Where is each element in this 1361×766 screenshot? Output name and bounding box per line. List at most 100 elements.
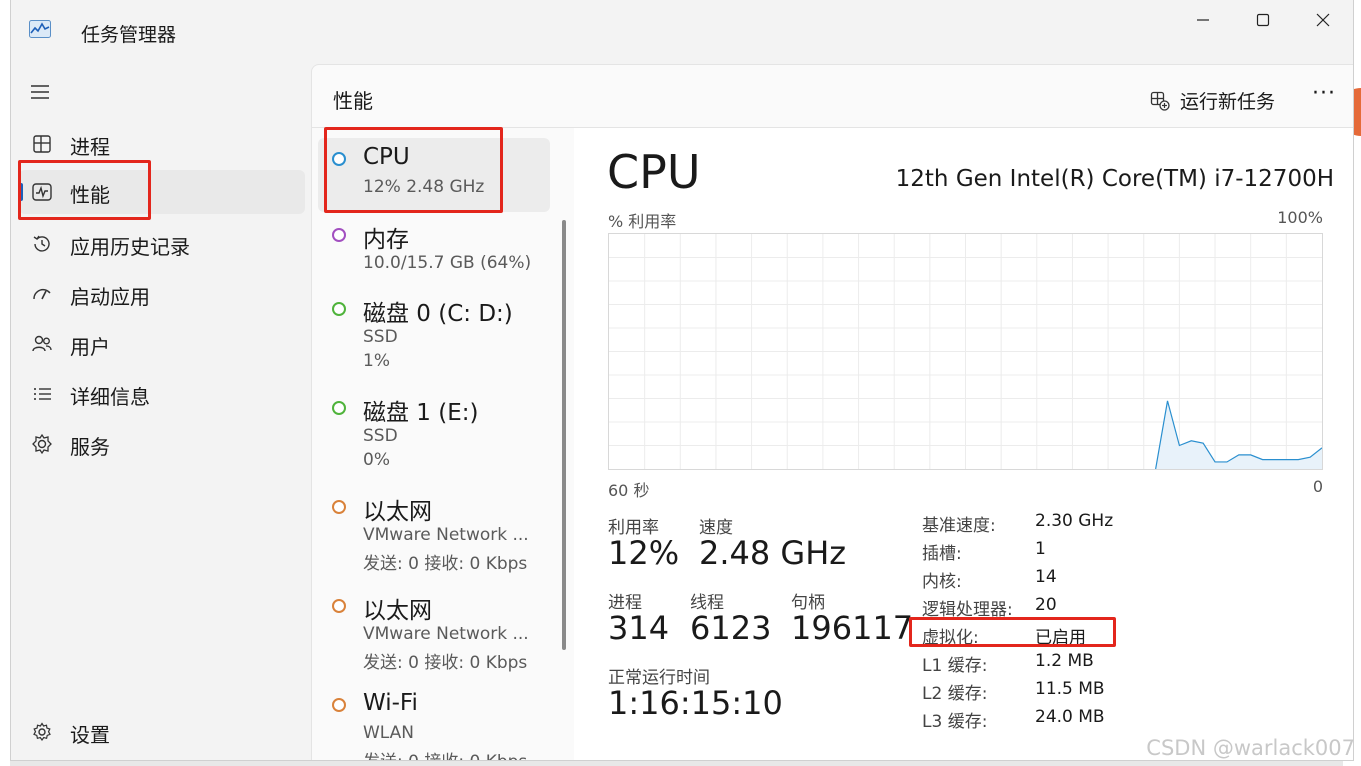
watermark: CSDN @warlack007 xyxy=(1146,736,1355,760)
graph-y-max-label: 100% xyxy=(1277,208,1323,227)
device-item[interactable]: 磁盘 0 (C: D:) SSD 1% xyxy=(318,288,550,372)
nav-item-details[interactable]: 详细信息 xyxy=(19,372,305,416)
nav-item-label: 服务 xyxy=(70,435,110,459)
device-detail: WLAN xyxy=(363,723,415,743)
nav-item-label: 启动应用 xyxy=(70,285,150,309)
speed-value: 2.48 GHz xyxy=(699,534,847,572)
device-item[interactable]: 磁盘 1 (E:) SSD 0% xyxy=(318,387,550,471)
device-item[interactable]: 以太网 VMware Network ... 发送: 0 接收: 0 Kbps xyxy=(318,585,550,673)
app-history-icon xyxy=(33,235,50,252)
navigation-pane: 进程 性能 应用历史记录 启动应用 用户 详细信息 服务 设置 xyxy=(11,62,311,760)
spec-label: L3 缓存: xyxy=(922,712,988,732)
minimize-icon xyxy=(1197,19,1209,21)
device-name: 磁盘 0 (C: D:) xyxy=(363,301,513,327)
device-list: CPU 12% 2.48 GHz 内存 10.0/15.7 GB (64%) 磁盘 0 … xyxy=(312,128,574,760)
device-status-circle-icon xyxy=(332,302,346,316)
spec-value: 1.2 MB xyxy=(1035,651,1094,671)
nav-item-label: 性能 xyxy=(70,183,110,207)
nav-item-label: 详细信息 xyxy=(70,385,150,409)
device-status-circle-icon xyxy=(332,599,346,613)
graph-x-label: 60 秒 xyxy=(608,481,650,500)
nav-item-performance[interactable]: 性能 xyxy=(19,170,305,214)
spec-label: 基准速度: xyxy=(922,516,996,536)
page-header: 性能 运行新任务 ··· xyxy=(312,65,1353,128)
device-item[interactable]: 以太网 VMware Network ... 发送: 0 接收: 0 Kbps xyxy=(318,486,550,574)
graph-y-label: % 利用率 xyxy=(608,212,677,231)
device-detail: SSD xyxy=(363,426,398,446)
handles-value: 196117 xyxy=(791,609,914,647)
spec-label: 内核: xyxy=(922,572,962,592)
device-name: 内存 xyxy=(363,227,409,253)
background-app-edge-left xyxy=(0,0,10,766)
maximize-button[interactable] xyxy=(1243,10,1283,30)
device-item[interactable]: 内存 10.0/15.7 GB (64%) xyxy=(318,214,550,274)
device-name: 以太网 xyxy=(363,499,432,525)
device-name: CPU xyxy=(363,144,410,170)
device-item[interactable]: Wi-Fi WLAN 发送: 0 接收: 0 Kbps xyxy=(318,684,550,760)
device-detail-secondary: 0% xyxy=(363,450,390,470)
task-manager-app-icon xyxy=(29,20,51,38)
window-title: 任务管理器 xyxy=(81,24,177,46)
spec-value: 14 xyxy=(1035,567,1057,587)
cpu-utilization-graph xyxy=(608,233,1323,470)
nav-item-label: 应用历史记录 xyxy=(70,235,190,259)
task-manager-window: 任务管理器 进程 性能 应用历史记录 启动应用 用户 详细信息 服务 设置 性能… xyxy=(10,0,1354,761)
processes-icon xyxy=(33,135,51,153)
nav-item-users[interactable]: 用户 xyxy=(19,322,305,366)
nav-item-services[interactable]: 服务 xyxy=(19,422,305,466)
device-status-circle-icon xyxy=(332,401,346,415)
run-new-task-label: 运行新任务 xyxy=(1180,91,1276,113)
processes-value: 314 xyxy=(608,609,670,647)
nav-item-startup-apps[interactable]: 启动应用 xyxy=(19,272,305,316)
nav-item-label: 设置 xyxy=(70,723,110,747)
cpu-detail-panel: CPU 12th Gen Intel(R) Core(TM) i7-12700H… xyxy=(574,128,1353,760)
cpu-model-name: 12th Gen Intel(R) Core(TM) i7-12700H xyxy=(895,166,1334,192)
spec-value: 24.0 MB xyxy=(1035,707,1105,727)
device-detail-secondary: 发送: 0 接收: 0 Kbps xyxy=(363,554,528,574)
device-name: 以太网 xyxy=(363,598,432,624)
minimize-button[interactable] xyxy=(1183,10,1223,30)
main-panel: 性能 运行新任务 ··· CPU 12% 2.48 GHz 内存 10.0/15.7 … xyxy=(311,64,1353,760)
page-title: 性能 xyxy=(333,89,373,113)
nav-item-app-history[interactable]: 应用历史记录 xyxy=(19,222,305,266)
run-new-task-button[interactable]: 运行新任务 xyxy=(1150,87,1275,114)
nav-item-label: 进程 xyxy=(70,135,110,159)
active-indicator xyxy=(19,183,23,201)
detail-title: CPU xyxy=(607,145,701,199)
spec-value: 1 xyxy=(1035,539,1046,559)
device-detail: SSD xyxy=(363,327,398,347)
device-status-circle-icon xyxy=(332,228,346,242)
close-icon xyxy=(1316,13,1330,27)
hamburger-menu-icon[interactable] xyxy=(29,84,51,100)
device-name: 磁盘 1 (E:) xyxy=(363,400,479,426)
device-detail: 10.0/15.7 GB (64%) xyxy=(363,253,532,273)
device-status-circle-icon xyxy=(332,500,346,514)
users-icon xyxy=(32,335,52,352)
device-item[interactable]: CPU 12% 2.48 GHz xyxy=(318,138,550,212)
uptime-value: 1:16:15:10 xyxy=(608,684,783,722)
device-name: Wi-Fi xyxy=(363,690,418,716)
utilization-value: 12% xyxy=(608,534,680,572)
performance-icon xyxy=(32,183,52,201)
more-options-button[interactable]: ··· xyxy=(1312,81,1336,106)
device-detail: VMware Network ... xyxy=(363,624,529,644)
startup-apps-icon xyxy=(33,289,51,300)
nav-item-settings[interactable]: 设置 xyxy=(19,710,305,754)
device-list-scrollbar[interactable] xyxy=(562,220,566,650)
nav-item-processes[interactable]: 进程 xyxy=(19,122,305,166)
spec-value: 已启用 xyxy=(1035,628,1086,648)
cpu-usage-area xyxy=(1155,400,1322,469)
title-bar: 任务管理器 xyxy=(11,0,1353,62)
details-icon xyxy=(34,388,51,400)
maximize-icon xyxy=(1256,13,1270,27)
spec-label: 逻辑处理器: xyxy=(922,600,1013,620)
run-new-task-icon xyxy=(1150,91,1170,111)
nav-item-label: 用户 xyxy=(70,335,110,359)
device-detail: 12% 2.48 GHz xyxy=(363,177,485,197)
close-button[interactable] xyxy=(1303,10,1343,30)
device-detail-secondary: 发送: 0 接收: 0 Kbps xyxy=(363,653,528,673)
device-detail-secondary: 1% xyxy=(363,351,390,371)
device-detail-secondary: 发送: 0 接收: 0 Kbps xyxy=(363,747,527,760)
device-detail: VMware Network ... xyxy=(363,525,529,545)
spec-label: 插槽: xyxy=(922,544,962,564)
